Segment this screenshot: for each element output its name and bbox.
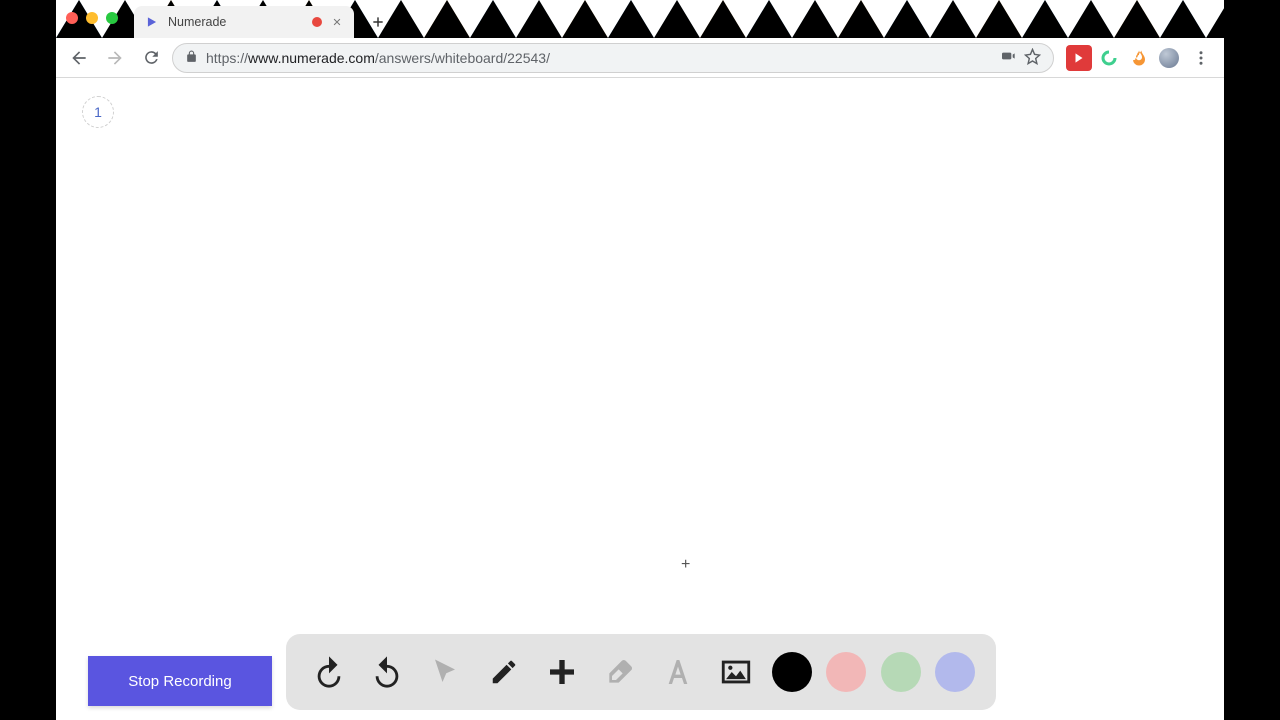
browser-window: Numerade https://www.numer [56,0,1224,720]
whiteboard-canvas[interactable]: 1 + Stop Recording [56,78,1224,720]
extension-icon[interactable] [1066,45,1092,71]
tab-favicon-icon [144,14,160,30]
text-tool[interactable] [656,650,700,694]
bookmark-star-icon[interactable] [1024,48,1041,68]
reload-button[interactable] [136,43,166,73]
color-blue[interactable] [935,652,975,692]
image-tool[interactable] [714,650,758,694]
window-controls [66,12,118,24]
address-bar[interactable]: https://www.numerade.com/answers/whitebo… [172,43,1054,73]
recording-indicator-icon [312,17,322,27]
forward-button[interactable] [100,43,130,73]
tab-title: Numerade [168,15,304,29]
undo-button[interactable] [307,650,351,694]
color-pink[interactable] [826,652,866,692]
window-maximize-button[interactable] [106,12,118,24]
titlebar: Numerade [56,0,1224,38]
extension-icon[interactable] [1156,45,1182,71]
window-close-button[interactable] [66,12,78,24]
extensions-area [1060,43,1216,73]
browser-tab[interactable]: Numerade [134,6,354,38]
page-action-icon[interactable] [1000,48,1016,67]
browser-menu-button[interactable] [1186,43,1216,73]
stop-recording-button[interactable]: Stop Recording [88,656,272,706]
url-text: https://www.numerade.com/answers/whitebo… [206,50,550,66]
extension-icon[interactable] [1126,45,1152,71]
lock-icon [185,50,198,66]
color-green[interactable] [881,652,921,692]
color-black[interactable] [772,652,812,692]
redo-button[interactable] [365,650,409,694]
window-minimize-button[interactable] [86,12,98,24]
back-button[interactable] [64,43,94,73]
stop-recording-label: Stop Recording [128,673,231,690]
whiteboard-toolbar [286,634,996,710]
tab-close-button[interactable] [330,15,344,29]
pointer-tool[interactable] [423,650,467,694]
pencil-tool[interactable] [482,650,526,694]
extension-icon[interactable] [1096,45,1122,71]
page-number: 1 [94,104,102,120]
add-tool[interactable] [540,650,584,694]
crosshair-cursor-icon: + [681,556,690,574]
page-number-badge[interactable]: 1 [82,96,114,128]
eraser-tool[interactable] [598,650,642,694]
browser-toolbar: https://www.numerade.com/answers/whitebo… [56,38,1224,78]
new-tab-button[interactable] [364,8,392,36]
